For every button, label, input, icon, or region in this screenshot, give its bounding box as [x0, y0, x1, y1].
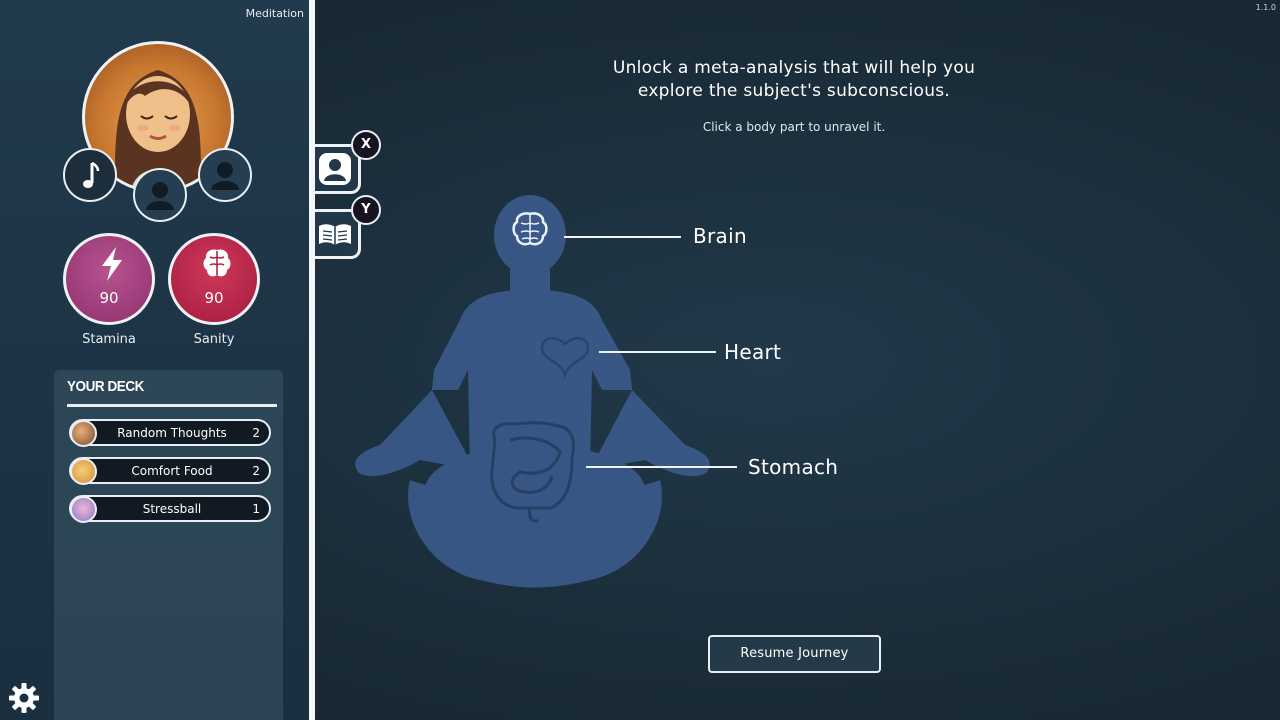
- stomach-leader-line: [586, 466, 737, 468]
- card-thumbnail: [70, 496, 97, 523]
- person-silhouette-icon: [146, 182, 174, 210]
- profile-icon: [319, 153, 351, 185]
- heart-leader-line: [599, 351, 716, 353]
- card-count: 1: [252, 502, 260, 516]
- version-label: 1.1.0: [1255, 3, 1276, 12]
- music-note-icon: [83, 161, 100, 188]
- settings-gear-icon[interactable]: [8, 682, 40, 714]
- brain-organ-icon[interactable]: [512, 212, 548, 246]
- companion-slot-empty[interactable]: [133, 168, 187, 222]
- key-hint-x: X: [351, 130, 381, 160]
- music-slot[interactable]: [63, 148, 117, 202]
- companion-slot-empty[interactable]: [198, 148, 252, 202]
- lightning-icon: [102, 247, 122, 281]
- card-count: 2: [252, 426, 260, 440]
- stamina-value: 90: [99, 289, 119, 307]
- deck-divider: [67, 404, 277, 407]
- person-silhouette-icon: [211, 162, 239, 190]
- card-name: Random Thoughts: [117, 426, 227, 440]
- stamina-label: Stamina: [82, 332, 136, 347]
- body-part-heart[interactable]: Heart: [724, 340, 781, 364]
- sanity-value: 90: [204, 289, 224, 307]
- meditating-figure: [355, 195, 710, 588]
- deck-card-stressball[interactable]: Stressball 1: [69, 495, 271, 523]
- card-thumbnail: [70, 420, 97, 447]
- brain-leader-line: [564, 236, 681, 238]
- scene-title: Meditation: [245, 7, 304, 20]
- card-thumbnail: [70, 458, 97, 485]
- body-part-stomach[interactable]: Stomach: [748, 455, 838, 479]
- card-count: 2: [252, 464, 260, 478]
- deck-title: YOUR DECK: [67, 378, 144, 395]
- instruction-subheading: Click a body part to unravel it.: [702, 120, 886, 134]
- sidebar-divider: [309, 0, 315, 720]
- body-part-brain[interactable]: Brain: [693, 224, 747, 248]
- sanity-label: Sanity: [193, 332, 235, 347]
- resume-journey-button[interactable]: Resume Journey: [708, 635, 881, 673]
- card-name: Comfort Food: [131, 464, 213, 478]
- deck-card-comfort-food[interactable]: Comfort Food 2: [69, 457, 271, 485]
- sanity-gauge: 90: [168, 233, 260, 325]
- instruction-heading: Unlock a meta-analysis that will help yo…: [612, 58, 976, 101]
- card-name: Stressball: [142, 502, 202, 516]
- deck-card-random-thoughts[interactable]: Random Thoughts 2: [69, 419, 271, 447]
- stamina-gauge: 90: [63, 233, 155, 325]
- brain-icon: [203, 249, 231, 277]
